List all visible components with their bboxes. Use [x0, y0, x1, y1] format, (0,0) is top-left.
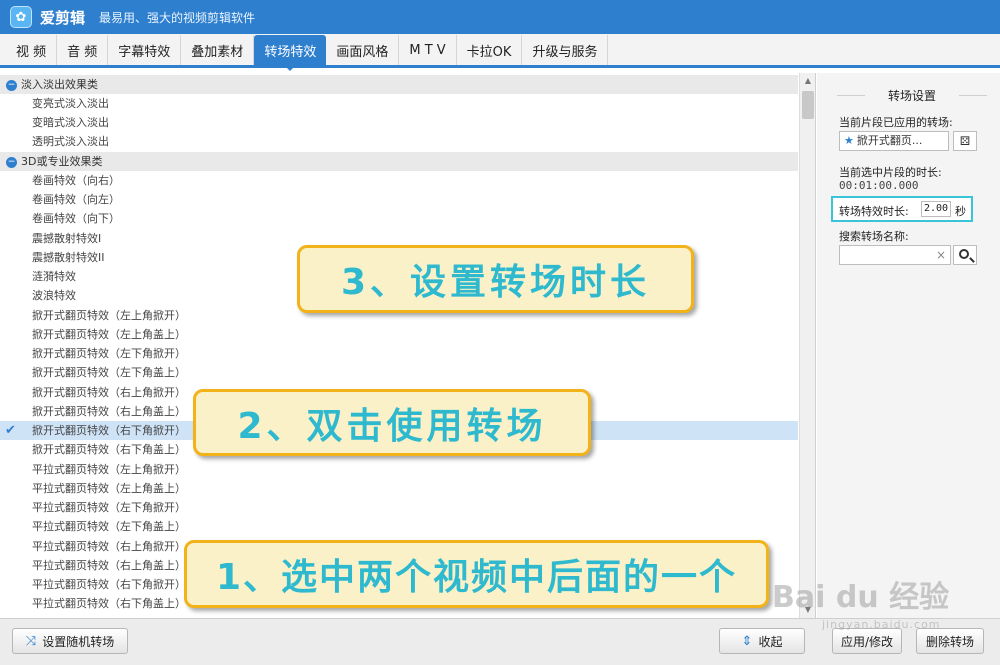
collapse-icon[interactable]: −	[6, 79, 17, 91]
settings-title: 转场设置	[837, 87, 987, 104]
tab-karaoke[interactable]: 卡拉OK	[457, 35, 523, 65]
annotation-step2: 2、双击使用转场	[193, 389, 591, 456]
list-item[interactable]: 卷画特效（向右）	[0, 171, 798, 190]
list-item[interactable]: 平拉式翻页特效（左下角盖上）	[0, 517, 798, 536]
search-icon	[959, 249, 969, 259]
dice-icon: ⚄	[959, 134, 971, 148]
tab-mtv[interactable]: M T V	[399, 35, 457, 65]
random-transition-label: 设置随机转场	[42, 634, 115, 649]
list-group-3d[interactable]: −3D或专业效果类	[0, 152, 798, 171]
search-button[interactable]	[953, 245, 977, 265]
random-transition-button[interactable]: ⤨ 设置随机转场	[12, 628, 128, 654]
search-label: 搜索转场名称:	[839, 230, 909, 243]
list-item-label: 掀开式翻页特效（右下角掀开）	[32, 424, 186, 437]
search-input[interactable]: ×	[839, 245, 951, 265]
tab-video[interactable]: 视 频	[6, 35, 58, 65]
list-item[interactable]: 平拉式翻页特效（左上角掀开）	[0, 460, 798, 479]
star-icon: ★	[844, 134, 854, 147]
list-item[interactable]: 掀开式翻页特效（左上角盖上）	[0, 325, 798, 344]
list-item[interactable]: 卷画特效（向左）	[0, 190, 798, 209]
transition-duration-input[interactable]: 2.00	[921, 201, 951, 217]
list-item[interactable]: 透明式淡入淡出	[0, 132, 798, 151]
app-slogan: 最易用、强大的视频剪辑软件	[99, 10, 256, 25]
tab-overlay[interactable]: 叠加素材	[181, 35, 255, 65]
scroll-thumb[interactable]	[802, 91, 814, 119]
shuffle-icon: ⤨	[25, 633, 37, 649]
annotation-step1: 1、选中两个视频中后面的一个	[184, 540, 769, 608]
tab-picture-style[interactable]: 画面风格	[326, 35, 400, 65]
baidu-watermark: Bai du 经验 jingyan.baidu.com	[772, 572, 952, 642]
collapse-arrows-icon: ⇕	[741, 633, 753, 649]
main-tabs: 视 频 音 频 字幕特效 叠加素材 转场特效 画面风格 M T V 卡拉OK 升…	[0, 34, 1000, 71]
applied-transition-label: 当前片段已应用的转场:	[839, 116, 953, 129]
list-scrollbar[interactable]: ▲ ▼	[799, 73, 815, 618]
applied-transition-field[interactable]: ★ 掀开式翻页...	[839, 131, 949, 151]
transition-duration-group: 转场特效时长: 2.00 秒	[831, 196, 973, 222]
list-item[interactable]: 掀开式翻页特效（左下角掀开）	[0, 344, 798, 363]
clip-duration-value: 00:01:00.000	[839, 179, 919, 192]
list-item[interactable]: 卷画特效（向下）	[0, 209, 798, 228]
scroll-up-arrow-icon[interactable]: ▲	[800, 73, 815, 89]
tab-transitions[interactable]: 转场特效	[254, 35, 327, 71]
tab-audio[interactable]: 音 频	[57, 35, 109, 65]
watermark-main: Bai du 经验	[772, 580, 950, 615]
watermark-sub: jingyan.baidu.com	[822, 618, 941, 631]
applied-transition-value: 掀开式翻页...	[856, 134, 923, 147]
transition-settings-panel: 转场设置 当前片段已应用的转场: ★ 掀开式翻页... ⚄ 当前选中片段的时长: …	[817, 73, 1000, 618]
title-bar: ✿ 爱剪辑 最易用、强大的视频剪辑软件	[0, 0, 1000, 34]
check-icon: ✔	[5, 423, 16, 438]
transition-list: − 淡入淡出效果类 变亮式淡入淡出 变暗式淡入淡出 透明式淡入淡出 −3D或专业效…	[0, 73, 816, 618]
clear-icon[interactable]: ×	[936, 248, 946, 262]
list-group-fade[interactable]: − 淡入淡出效果类	[0, 75, 798, 94]
group-label: 3D或专业效果类	[21, 155, 103, 168]
tab-upgrade-service[interactable]: 升级与服务	[522, 35, 609, 65]
list-item[interactable]: 平拉式翻页特效（左上角盖上）	[0, 479, 798, 498]
clip-duration-label: 当前选中片段的时长:	[839, 166, 942, 179]
list-item[interactable]: 平拉式翻页特效（左下角掀开）	[0, 498, 798, 517]
seconds-unit: 秒	[955, 205, 966, 218]
tab-subtitle-effects[interactable]: 字幕特效	[108, 35, 182, 65]
group-label: 淡入淡出效果类	[21, 78, 98, 91]
annotation-step3: 3、设置转场时长	[297, 245, 694, 313]
app-logo-icon: ✿	[10, 6, 32, 28]
list-item[interactable]: 掀开式翻页特效（左下角盖上）	[0, 363, 798, 382]
list-item[interactable]: 变亮式淡入淡出	[0, 94, 798, 113]
collapse-icon[interactable]: −	[6, 156, 17, 168]
app-name: 爱剪辑	[40, 8, 86, 27]
transition-duration-label: 转场特效时长:	[839, 205, 909, 218]
random-dice-button[interactable]: ⚄	[953, 131, 977, 151]
list-item[interactable]: 变暗式淡入淡出	[0, 113, 798, 132]
